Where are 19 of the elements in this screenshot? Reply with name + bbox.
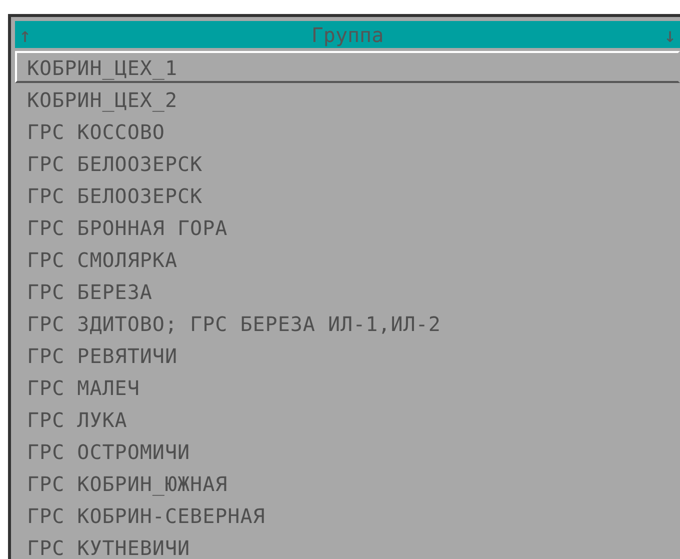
list-item[interactable]: ГРС КУТНЕВИЧИ <box>15 531 680 559</box>
scroll-down-button[interactable]: ↓ <box>664 22 676 46</box>
list-item[interactable]: КОБРИН_ЦЕХ_2 <box>15 83 680 115</box>
list-item[interactable]: КОБРИН_ЦЕХ_1 <box>15 51 680 83</box>
list-item[interactable]: ГРС БЕЛООЗЕРСК <box>15 179 680 211</box>
list-item[interactable]: ГРС ЗДИТОВО; ГРС БЕРЕЗА ИЛ-1,ИЛ-2 <box>15 307 680 339</box>
list-item[interactable]: ГРС РЕВЯТИЧИ <box>15 339 680 371</box>
list-item[interactable]: ГРС КОБРИН-СЕВЕРНАЯ <box>15 499 680 531</box>
list-item[interactable]: ГРС КОССОВО <box>15 115 680 147</box>
list-item[interactable]: ГРС СМОЛЯРКА <box>15 243 680 275</box>
list-item[interactable]: ГРС БЕЛООЗЕРСК <box>15 147 680 179</box>
list-item[interactable]: ГРС МАЛЕЧ <box>15 371 680 403</box>
list-item[interactable]: ГРС ОСТРОМИЧИ <box>15 435 680 467</box>
list-item[interactable]: ГРС БРОННАЯ ГОРА <box>15 211 680 243</box>
list-item[interactable]: ГРС ЛУКА <box>15 403 680 435</box>
scroll-up-button[interactable]: ↑ <box>19 22 32 46</box>
list-item[interactable]: ГРС БЕРЕЗА <box>15 275 680 307</box>
column-title: Группа <box>311 22 384 46</box>
list-item[interactable]: ГРС КОБРИН_ЮЖНАЯ <box>15 467 680 499</box>
